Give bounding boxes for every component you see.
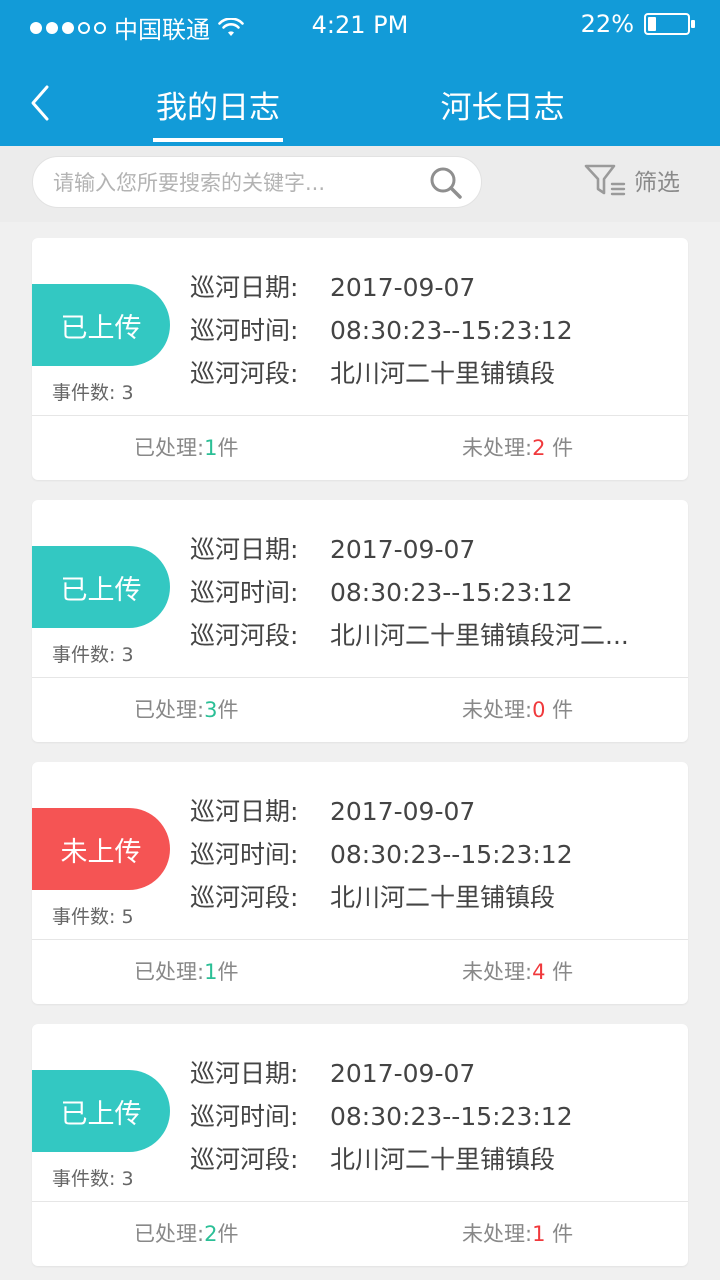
patrol-date-row: 巡河日期: 2017-09-07 <box>190 790 650 833</box>
patrol-section-row: 巡河河段: 北川河二十里铺镇段 <box>190 1138 650 1181</box>
patrol-section-row: 巡河河段: 北川河二十里铺镇段河二... <box>190 614 650 657</box>
log-list: 已上传 事件数: 3 巡河日期: 2017-09-07 巡河时间: 08:30:23… <box>32 238 688 1280</box>
search-box <box>32 156 482 208</box>
handled-count: 已处理:3件 <box>134 698 239 722</box>
log-info: 巡河日期: 2017-09-07 巡河时间: 08:30:23--15:23:12 … <box>190 266 650 395</box>
log-card[interactable]: 已上传 事件数: 3 巡河日期: 2017-09-07 巡河时间: 08:30:23… <box>32 1024 688 1266</box>
battery-level <box>648 17 656 31</box>
tab-river-chief-log[interactable]: 河长日志 <box>430 82 575 127</box>
upload-status-badge: 已上传 <box>32 1070 170 1152</box>
patrol-date-row: 巡河日期: 2017-09-07 <box>190 1052 650 1095</box>
event-count: 事件数: 3 <box>52 1168 134 1190</box>
filter-label: 筛选 <box>634 170 680 196</box>
filter-icon <box>584 164 626 196</box>
divider <box>32 677 688 678</box>
patrol-section-row: 巡河河段: 北川河二十里铺镇段 <box>190 876 650 919</box>
patrol-time-row: 巡河时间: 08:30:23--15:23:12 <box>190 1095 650 1138</box>
battery-percent: 22% <box>580 10 634 38</box>
unhandled-count: 未处理:1 件 <box>462 1222 574 1246</box>
log-card[interactable]: 已上传 事件数: 3 巡河日期: 2017-09-07 巡河时间: 08:30:23… <box>32 238 688 480</box>
log-info: 巡河日期: 2017-09-07 巡河时间: 08:30:23--15:23:12 … <box>190 1052 650 1181</box>
search-bar: 筛选 <box>0 146 720 222</box>
tab-my-log[interactable]: 我的日志 <box>140 82 296 127</box>
filter-button[interactable]: 筛选 <box>584 162 680 198</box>
event-count: 事件数: 3 <box>52 382 134 404</box>
patrol-date: 2017-09-07 <box>330 273 476 302</box>
divider <box>32 1201 688 1202</box>
log-info: 巡河日期: 2017-09-07 巡河时间: 08:30:23--15:23:12 … <box>190 528 650 657</box>
patrol-section: 北川河二十里铺镇段 <box>330 359 556 388</box>
patrol-time-row: 巡河时间: 08:30:23--15:23:12 <box>190 571 650 614</box>
upload-status-badge: 已上传 <box>32 546 170 628</box>
patrol-section: 北川河二十里铺镇段河二... <box>330 621 629 650</box>
patrol-time-row: 巡河时间: 08:30:23--15:23:12 <box>190 309 650 352</box>
patrol-date: 2017-09-07 <box>330 535 476 564</box>
unhandled-count: 未处理:2 件 <box>462 436 574 460</box>
status-bar: 中国联通 4:21 PM 22% <box>0 0 720 52</box>
unhandled-count: 未处理:4 件 <box>462 960 574 984</box>
patrol-section: 北川河二十里铺镇段 <box>330 1145 556 1174</box>
search-input[interactable] <box>53 169 413 197</box>
patrol-time: 08:30:23--15:23:12 <box>330 840 573 869</box>
patrol-date: 2017-09-07 <box>330 1059 476 1088</box>
patrol-time-row: 巡河时间: 08:30:23--15:23:12 <box>190 833 650 876</box>
divider <box>32 939 688 940</box>
nav-bar: 我的日志 河长日志 <box>0 52 720 146</box>
patrol-time: 08:30:23--15:23:12 <box>330 578 573 607</box>
patrol-date: 2017-09-07 <box>330 797 476 826</box>
patrol-section-row: 巡河河段: 北川河二十里铺镇段 <box>190 352 650 395</box>
divider <box>32 415 688 416</box>
upload-status-badge: 未上传 <box>32 808 170 890</box>
patrol-date-row: 巡河日期: 2017-09-07 <box>190 266 650 309</box>
log-info: 巡河日期: 2017-09-07 巡河时间: 08:30:23--15:23:12 … <box>190 790 650 919</box>
handled-count: 已处理:2件 <box>134 1222 239 1246</box>
patrol-section: 北川河二十里铺镇段 <box>330 883 556 912</box>
handled-count: 已处理:1件 <box>134 436 239 460</box>
back-button[interactable] <box>20 80 60 126</box>
battery-icon <box>644 13 695 35</box>
active-tab-indicator <box>153 138 283 142</box>
log-card[interactable]: 未上传 事件数: 5 巡河日期: 2017-09-07 巡河时间: 08:30:23… <box>32 762 688 1004</box>
event-count: 事件数: 3 <box>52 644 134 666</box>
patrol-time: 08:30:23--15:23:12 <box>330 316 573 345</box>
upload-status-badge: 已上传 <box>32 284 170 366</box>
unhandled-count: 未处理:0 件 <box>462 698 574 722</box>
search-icon[interactable] <box>429 166 463 200</box>
chevron-left-icon <box>31 85 49 121</box>
handled-count: 已处理:1件 <box>134 960 239 984</box>
patrol-time: 08:30:23--15:23:12 <box>330 1102 573 1131</box>
log-card[interactable]: 已上传 事件数: 3 巡河日期: 2017-09-07 巡河时间: 08:30:23… <box>32 500 688 742</box>
status-right: 22% <box>580 10 695 38</box>
patrol-date-row: 巡河日期: 2017-09-07 <box>190 528 650 571</box>
event-count: 事件数: 5 <box>52 906 134 928</box>
